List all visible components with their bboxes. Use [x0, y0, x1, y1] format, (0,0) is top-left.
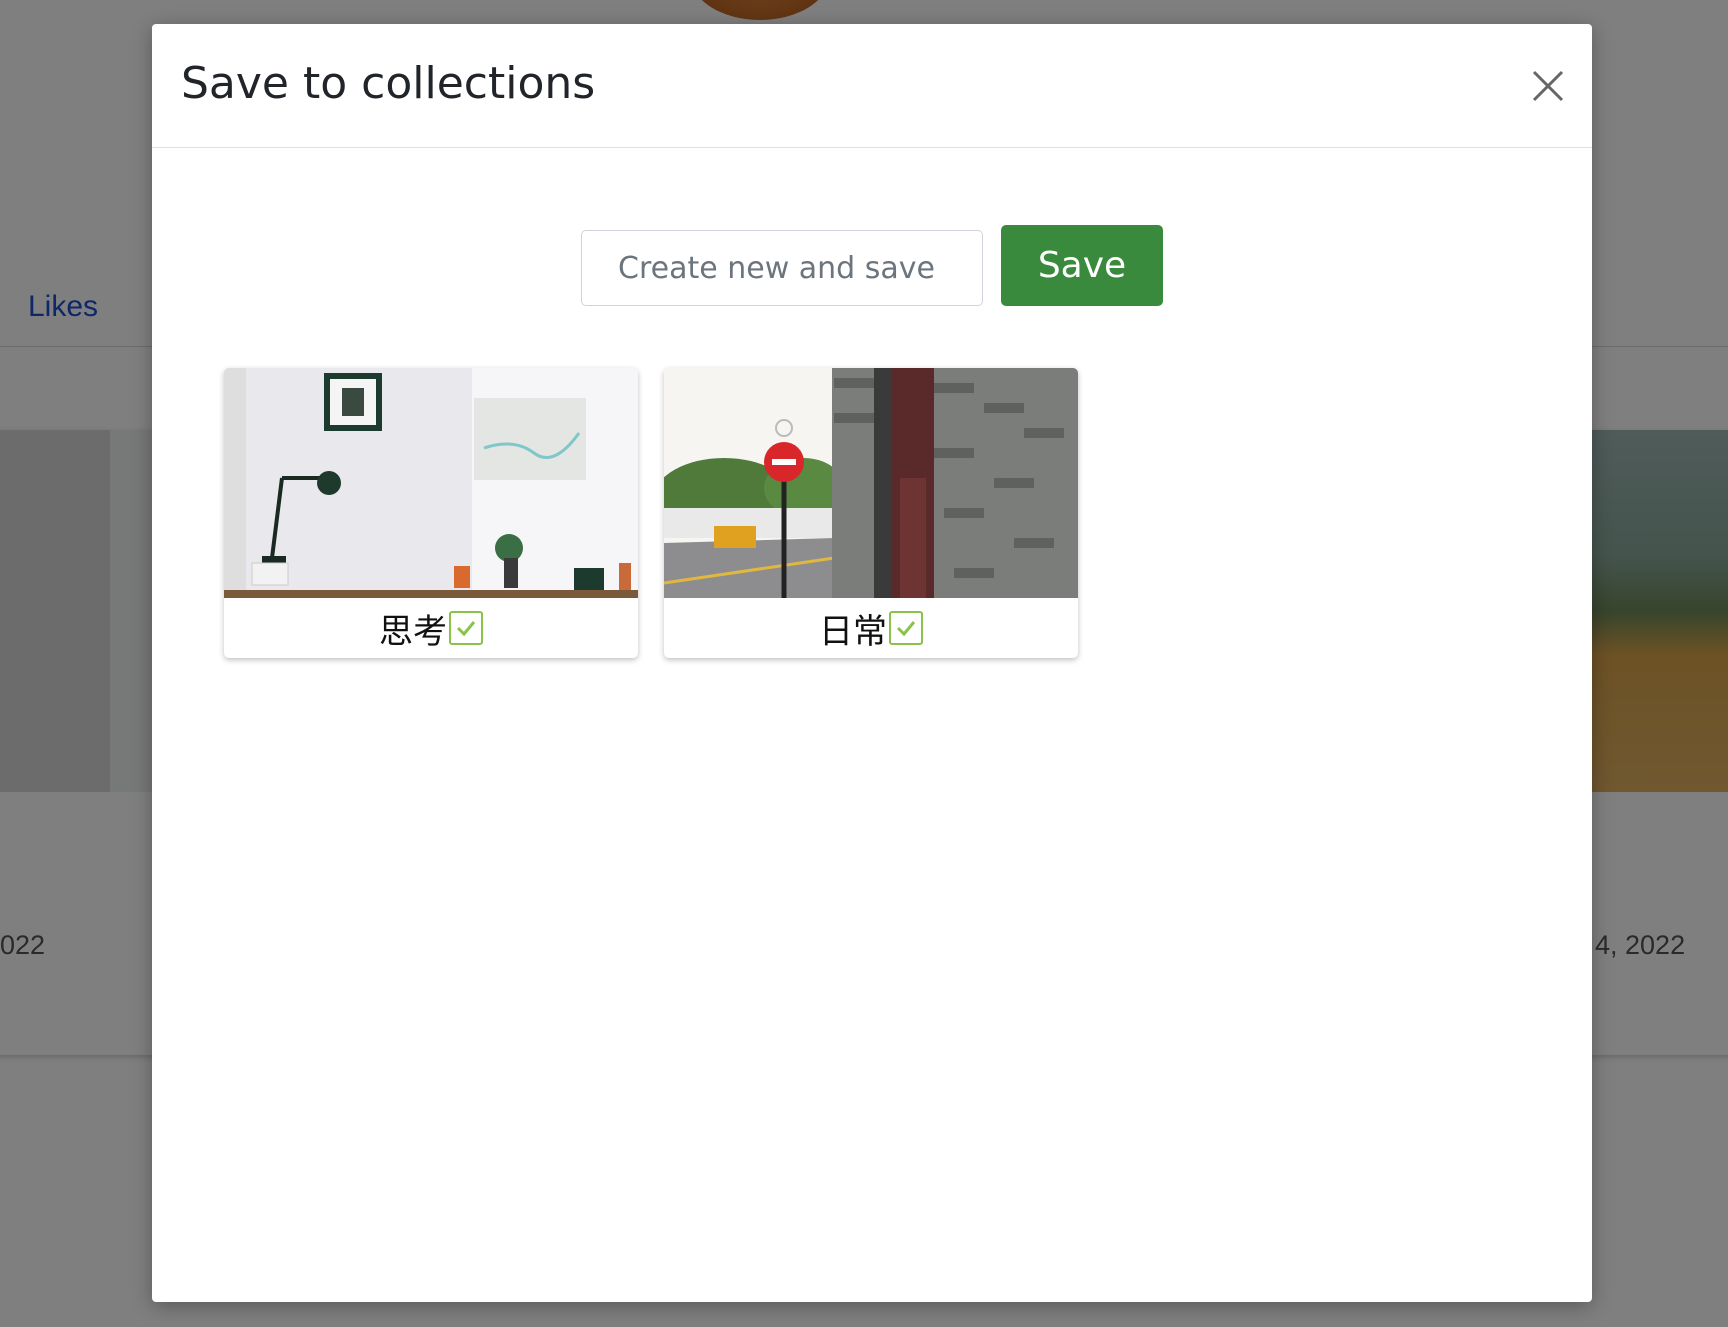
- collection-label: 日常: [664, 598, 1078, 658]
- collection-thumbnail: [224, 368, 638, 598]
- checkmark-icon: [456, 621, 476, 637]
- create-collection-row: Save: [581, 225, 1163, 306]
- close-button[interactable]: [1526, 64, 1570, 108]
- collection-list: 思考 日常: [224, 368, 1078, 658]
- collection-card[interactable]: 日常: [664, 368, 1078, 658]
- collection-checkbox[interactable]: [449, 611, 483, 645]
- collection-name: 思考: [379, 611, 447, 652]
- save-to-collections-modal: Save to collections Save: [152, 24, 1592, 1302]
- collection-thumbnail: [664, 368, 1078, 598]
- modal-title: Save to collections: [181, 58, 596, 109]
- collection-checkbox[interactable]: [889, 611, 923, 645]
- close-icon: [1532, 70, 1564, 102]
- modal-header: Save to collections: [152, 24, 1592, 148]
- collection-card[interactable]: 思考: [224, 368, 638, 658]
- create-collection-input[interactable]: [581, 230, 983, 306]
- collection-label: 思考: [224, 598, 638, 658]
- collection-name: 日常: [819, 611, 887, 652]
- save-button[interactable]: Save: [1001, 225, 1163, 306]
- checkmark-icon: [896, 621, 916, 637]
